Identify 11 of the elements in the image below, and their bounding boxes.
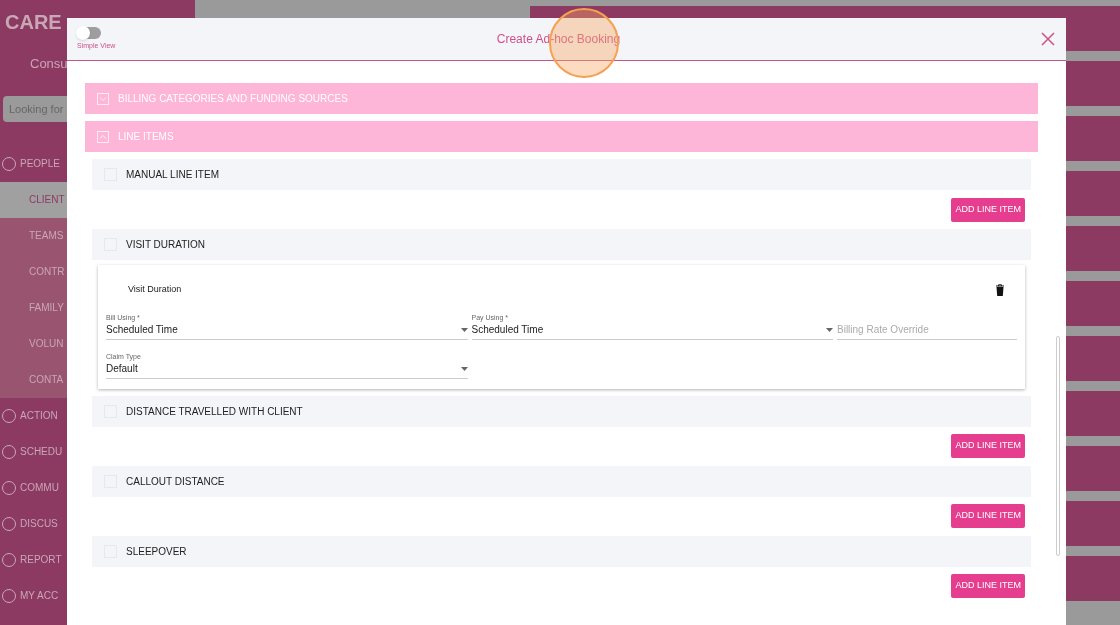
line-item-title: MANUAL LINE ITEM (126, 168, 219, 182)
subtitle: Consu (29, 55, 69, 73)
line-item-title: DISTANCE TRAVELLED WITH CLIENT (126, 404, 303, 419)
field-value: Default (106, 361, 138, 376)
field-value: Scheduled Time (471, 322, 544, 337)
line-item-title: VISIT DURATION (126, 238, 206, 252)
line-item-title: CALLOUT DISTANCE (126, 474, 225, 489)
line-item-title: SLEEPOVER (126, 544, 187, 559)
card-title: Visit Duration (128, 283, 182, 296)
field-value: Scheduled Time (106, 322, 178, 337)
logo: CARE (4, 10, 62, 35)
